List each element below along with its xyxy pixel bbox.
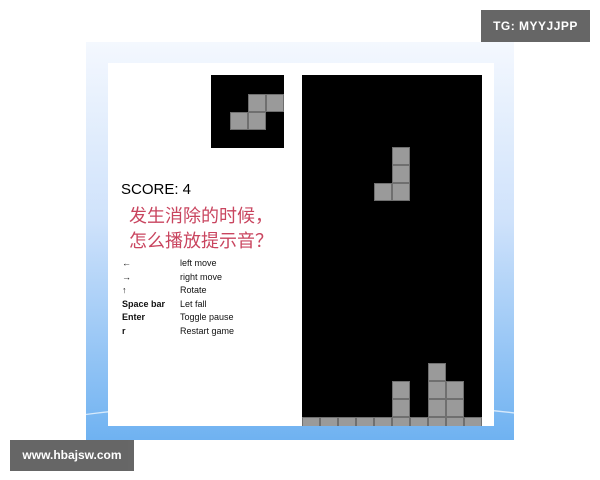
falling-piece-block xyxy=(374,183,392,201)
falling-piece-block xyxy=(392,183,410,201)
settled-block xyxy=(392,381,410,399)
watermark-bottom-left: www.hbajsw.com xyxy=(10,440,134,471)
settled-block xyxy=(428,381,446,399)
falling-piece-block xyxy=(392,165,410,183)
question-overlay-text: 发生消除的时候， 怎么播放提示音？ xyxy=(129,204,273,254)
enter-key: Enter xyxy=(122,312,146,322)
r-key: r xyxy=(122,325,126,336)
score-display: SCORE: 4 xyxy=(121,181,192,198)
rotate-label: Rotate xyxy=(180,285,207,295)
left-move-label: left move xyxy=(180,258,217,268)
next-piece-block xyxy=(266,94,284,112)
up-arrow-key: ↑ xyxy=(122,285,127,295)
let-fall-label: Let fall xyxy=(180,298,207,309)
settled-block xyxy=(338,417,356,426)
left-arrow-key: ← xyxy=(122,258,131,268)
next-piece-block xyxy=(248,112,266,130)
settled-block xyxy=(374,417,392,426)
falling-piece-block xyxy=(392,147,410,165)
toggle-pause-label: Toggle pause xyxy=(180,312,234,322)
settled-block xyxy=(446,381,464,399)
control-row-space: Space bar Let fall xyxy=(122,298,297,312)
settled-block xyxy=(464,417,482,426)
next-piece-block xyxy=(230,112,248,130)
control-row-right: → right move xyxy=(122,271,297,285)
next-piece-preview xyxy=(211,75,284,148)
settled-block xyxy=(446,417,464,426)
settled-block xyxy=(446,399,464,417)
settled-block xyxy=(392,399,410,417)
control-row-left: ← left move xyxy=(122,257,297,271)
question-line-2: 怎么播放提示音？ xyxy=(129,231,273,252)
right-move-label: right move xyxy=(180,271,223,282)
space-bar-key: Space bar xyxy=(122,298,166,309)
game-board[interactable] xyxy=(302,75,482,426)
settled-block xyxy=(392,417,410,426)
control-row-restart: r Restart game xyxy=(122,325,297,339)
settled-block xyxy=(428,399,446,417)
control-row-enter: Enter Toggle pause xyxy=(122,311,297,325)
settled-block xyxy=(410,417,428,426)
control-row-up: ↑ Rotate xyxy=(122,284,297,298)
watermark-top-right: TG: MYYJJPP xyxy=(481,10,590,42)
settled-block xyxy=(320,417,338,426)
settled-block xyxy=(356,417,374,426)
right-arrow-key: → xyxy=(122,271,131,282)
settled-block xyxy=(302,417,320,426)
question-line-1: 发生消除的时候， xyxy=(129,206,273,227)
controls-legend: ← left move → right move ↑ Rotate Space … xyxy=(122,257,297,338)
settled-block xyxy=(428,417,446,426)
settled-block xyxy=(428,363,446,381)
next-piece-block xyxy=(248,94,266,112)
restart-game-label: Restart game xyxy=(180,325,235,336)
